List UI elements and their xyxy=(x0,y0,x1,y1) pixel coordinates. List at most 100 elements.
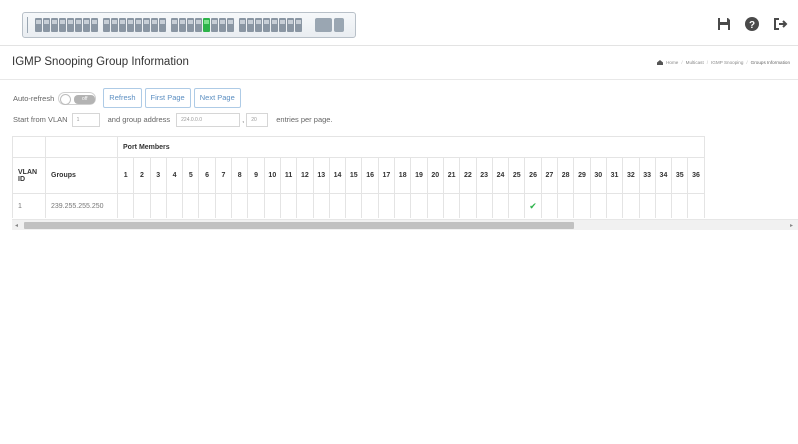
group-address-label: and group address xyxy=(107,115,171,124)
logout-icon[interactable] xyxy=(772,16,788,32)
ethernet-port-icon[interactable] xyxy=(83,18,90,32)
port-column-header: 29 xyxy=(573,157,591,194)
port-member-cell xyxy=(361,193,379,218)
ethernet-port-icon[interactable] xyxy=(247,18,254,32)
port-member-cell xyxy=(394,193,412,218)
ethernet-port-icon[interactable] xyxy=(195,18,202,32)
port-panel xyxy=(35,18,307,32)
port-member-cell: ✔ xyxy=(524,193,542,218)
port-member-cell xyxy=(540,193,559,218)
horizontal-scrollbar[interactable]: ◂ ▸ xyxy=(12,219,798,230)
ethernet-port-icon[interactable] xyxy=(43,18,50,32)
table-header-row: VLAN ID Groups 1 2 3 4 5 6 7 8 9 10 11 12 13 14 15 16 17… xyxy=(12,157,705,194)
toggle-knob xyxy=(60,93,72,105)
breadcrumb-igmp-snooping[interactable]: IGMP Snooping xyxy=(711,60,743,65)
port-column-header: 28 xyxy=(557,157,575,194)
ethernet-port-icon[interactable] xyxy=(111,18,118,32)
ethernet-port-icon[interactable] xyxy=(211,18,218,32)
port-member-cell xyxy=(345,193,363,218)
group-table-container: Port Members VLAN ID Groups 1 2 3 4 5 6 7 8 9 10 1… xyxy=(12,136,798,218)
ethernet-port-icon[interactable] xyxy=(239,18,246,32)
ethernet-port-icon[interactable] xyxy=(271,18,278,32)
ethernet-port-icon[interactable] xyxy=(143,18,150,32)
port-member-cell xyxy=(508,193,526,218)
port-member-cell xyxy=(296,193,314,218)
entries-per-page-input[interactable]: 20 xyxy=(246,112,269,127)
ethernet-port-icon[interactable] xyxy=(279,18,286,32)
auto-refresh-toggle[interactable]: off xyxy=(58,91,97,105)
table-row: 1 239.255.255.250 ✔ xyxy=(12,193,705,218)
breadcrumb-home[interactable]: Home xyxy=(666,60,678,65)
next-page-button[interactable]: Next Page xyxy=(193,88,241,108)
port-column-header: 26 xyxy=(524,157,542,194)
port-column-header: 20 xyxy=(426,157,444,194)
port-column-header: 10 xyxy=(263,157,281,194)
breadcrumb-separator: / xyxy=(746,60,748,65)
port-column-header: 13 xyxy=(312,157,330,194)
ethernet-port-icon[interactable] xyxy=(295,18,302,32)
port-member-cell xyxy=(622,193,640,218)
port-group xyxy=(35,18,99,32)
port-member-cell xyxy=(459,193,477,218)
port-column-header: 5 xyxy=(182,157,200,194)
start-vlan-label: Start from VLAN xyxy=(13,115,68,124)
ethernet-port-icon[interactable] xyxy=(219,18,226,32)
port-column-header: 21 xyxy=(442,157,461,194)
ethernet-port-icon[interactable] xyxy=(159,18,166,32)
ethernet-port-icon[interactable] xyxy=(127,18,134,32)
header-toolbar: ? xyxy=(716,16,788,32)
checkmark-icon: ✔ xyxy=(529,200,537,211)
ethernet-port-icon[interactable] xyxy=(51,18,58,32)
first-page-button[interactable]: First Page xyxy=(144,88,191,108)
ethernet-port-icon[interactable] xyxy=(263,18,270,32)
breadcrumb-separator: / xyxy=(706,60,709,65)
port-member-cell xyxy=(426,193,444,218)
breadcrumb: Home / Multicast / IGMP Snooping / Group… xyxy=(657,60,790,65)
port-column-header: 6 xyxy=(198,157,216,194)
ethernet-port-icon[interactable] xyxy=(255,18,262,32)
port-member-cell xyxy=(654,193,673,218)
start-vlan-input[interactable]: 1 xyxy=(71,112,100,127)
top-header: ? xyxy=(0,0,798,46)
group-address-input[interactable]: 224.0.0.0 xyxy=(176,112,241,127)
ethernet-port-icon[interactable] xyxy=(179,18,186,32)
ethernet-port-icon[interactable] xyxy=(227,18,234,32)
refresh-button[interactable]: Refresh xyxy=(103,88,142,108)
port-column-header: 30 xyxy=(589,157,607,194)
ethernet-port-icon[interactable] xyxy=(75,18,82,32)
ethernet-port-icon[interactable] xyxy=(91,18,98,32)
port-column-header: 32 xyxy=(622,157,640,194)
table-header-spacer xyxy=(45,136,118,158)
vlan-id-cell: 1 xyxy=(12,193,46,218)
help-icon[interactable]: ? xyxy=(744,16,760,32)
port-column-header: 17 xyxy=(377,157,396,194)
breadcrumb-multicast[interactable]: Multicast xyxy=(686,60,704,65)
port-column-header: 3 xyxy=(149,157,167,194)
port-column-header: 11 xyxy=(279,157,298,194)
scroll-right-arrow-icon[interactable]: ▸ xyxy=(790,222,793,229)
ethernet-port-icon[interactable] xyxy=(67,18,74,32)
ethernet-port-icon[interactable] xyxy=(59,18,66,32)
ethernet-port-icon[interactable] xyxy=(119,18,126,32)
panel-led-strip xyxy=(27,17,33,33)
ethernet-port-icon[interactable] xyxy=(151,18,158,32)
ethernet-port-icon[interactable] xyxy=(35,18,42,32)
ethernet-port-icon[interactable] xyxy=(135,18,142,32)
breadcrumb-separator: / xyxy=(681,60,683,65)
port-column-header: 4 xyxy=(165,157,184,194)
ethernet-port-icon[interactable] xyxy=(187,18,194,32)
ethernet-port-icon[interactable] xyxy=(203,18,210,32)
scroll-left-arrow-icon[interactable]: ◂ xyxy=(15,222,18,229)
sfp-port xyxy=(334,18,344,32)
port-member-cell xyxy=(247,193,265,218)
ethernet-port-icon[interactable] xyxy=(287,18,294,32)
port-group xyxy=(171,18,235,32)
ethernet-port-icon[interactable] xyxy=(171,18,178,32)
save-icon[interactable] xyxy=(716,16,732,32)
ethernet-port-icon[interactable] xyxy=(103,18,110,32)
port-column-header: 25 xyxy=(508,157,526,194)
port-member-cell xyxy=(671,193,689,218)
scrollbar-thumb[interactable] xyxy=(24,222,574,229)
port-column-header: 36 xyxy=(687,157,705,194)
port-column-header: 1 xyxy=(116,157,135,194)
